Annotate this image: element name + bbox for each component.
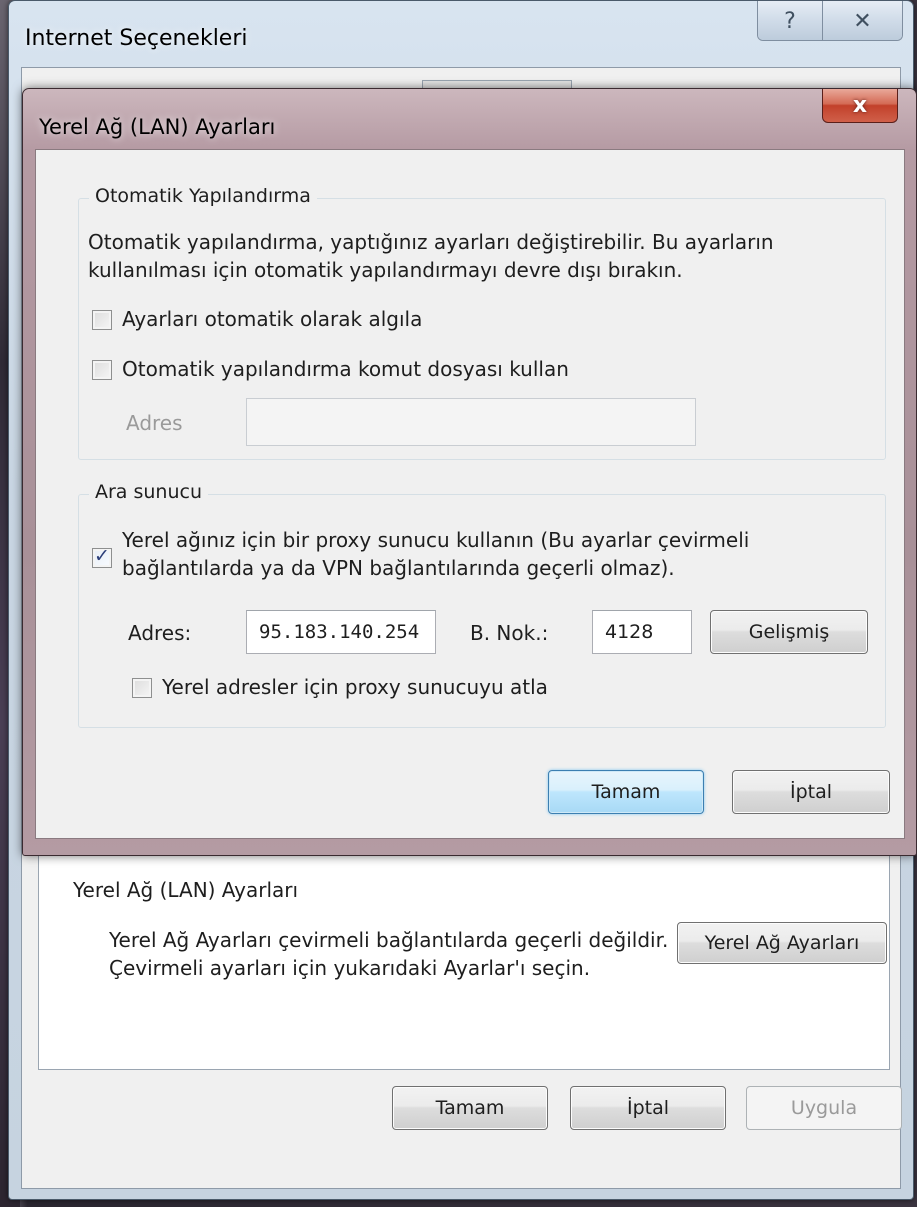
script-address-label: Adres	[126, 411, 183, 435]
lan-settings-button[interactable]: Yerel Ağ Ayarları	[677, 922, 887, 964]
dialog-close-button[interactable]: x	[822, 89, 898, 123]
detect-settings-checkbox[interactable]	[92, 310, 112, 330]
close-button[interactable]: ✕	[822, 1, 902, 40]
proxy-port-label: B. Nok.:	[470, 621, 549, 645]
use-proxy-checkbox[interactable]: ✓	[92, 545, 112, 568]
lan-cancel-button[interactable]: İptal	[732, 770, 890, 814]
bypass-local-checkbox[interactable]	[132, 678, 152, 698]
proxy-legend: Ara sunucu	[89, 481, 209, 503]
auto-config-legend: Otomatik Yapılandırma	[89, 185, 317, 207]
proxy-port-input[interactable]: 4128	[592, 610, 692, 654]
lan-settings-dialog: Yerel Ağ (LAN) Ayarları x Otomatik Yapıl…	[22, 88, 917, 856]
auto-config-description: Otomatik yapılandırma, yaptığınız ayarla…	[88, 230, 774, 282]
dialog-title: Yerel Ağ (LAN) Ayarları	[39, 115, 276, 139]
config-script-checkbox[interactable]	[92, 360, 112, 380]
help-icon: ?	[784, 8, 796, 34]
window-title: Internet Seçenekleri	[25, 26, 248, 51]
detect-settings-label: Ayarları otomatik olarak algıla	[122, 307, 423, 331]
use-proxy-label: Yerel ağınız için bir proxy sunucu kulla…	[122, 528, 750, 580]
apply-button[interactable]: Uygula	[746, 1086, 902, 1130]
checkmark-icon: ✓	[94, 545, 110, 567]
window-controls: ? ✕	[757, 1, 903, 41]
ok-button[interactable]: Tamam	[392, 1086, 548, 1130]
bypass-local-label: Yerel adresler için proxy sunucuyu atla	[162, 675, 548, 699]
help-button[interactable]: ?	[758, 1, 822, 40]
lan-settings-section: Yerel Ağ (LAN) Ayarları Yerel Ağ Ayarlar…	[69, 878, 887, 1028]
lan-ok-button[interactable]: Tamam	[548, 770, 704, 814]
config-script-label: Otomatik yapılandırma komut dosyası kull…	[122, 357, 569, 381]
dialog-button-row: Tamam İptal Uygula	[22, 1086, 902, 1146]
close-icon: x	[852, 93, 868, 118]
close-icon: ✕	[853, 8, 872, 34]
dialog-client-area: Otomatik Yapılandırma Otomatik yapılandı…	[35, 149, 905, 839]
cancel-button[interactable]: İptal	[570, 1086, 726, 1130]
lan-section-description: Yerel Ağ Ayarları çevirmeli bağlantılard…	[109, 928, 669, 980]
advanced-button[interactable]: Gelişmiş	[710, 610, 868, 654]
title-bar[interactable]: Internet Seçenekleri ? ✕	[9, 1, 913, 67]
proxy-address-label: Adres:	[128, 621, 192, 645]
proxy-address-input[interactable]: 95.183.140.254	[246, 610, 436, 654]
lan-section-label: Yerel Ağ (LAN) Ayarları	[73, 878, 299, 902]
script-address-input[interactable]	[246, 398, 696, 446]
